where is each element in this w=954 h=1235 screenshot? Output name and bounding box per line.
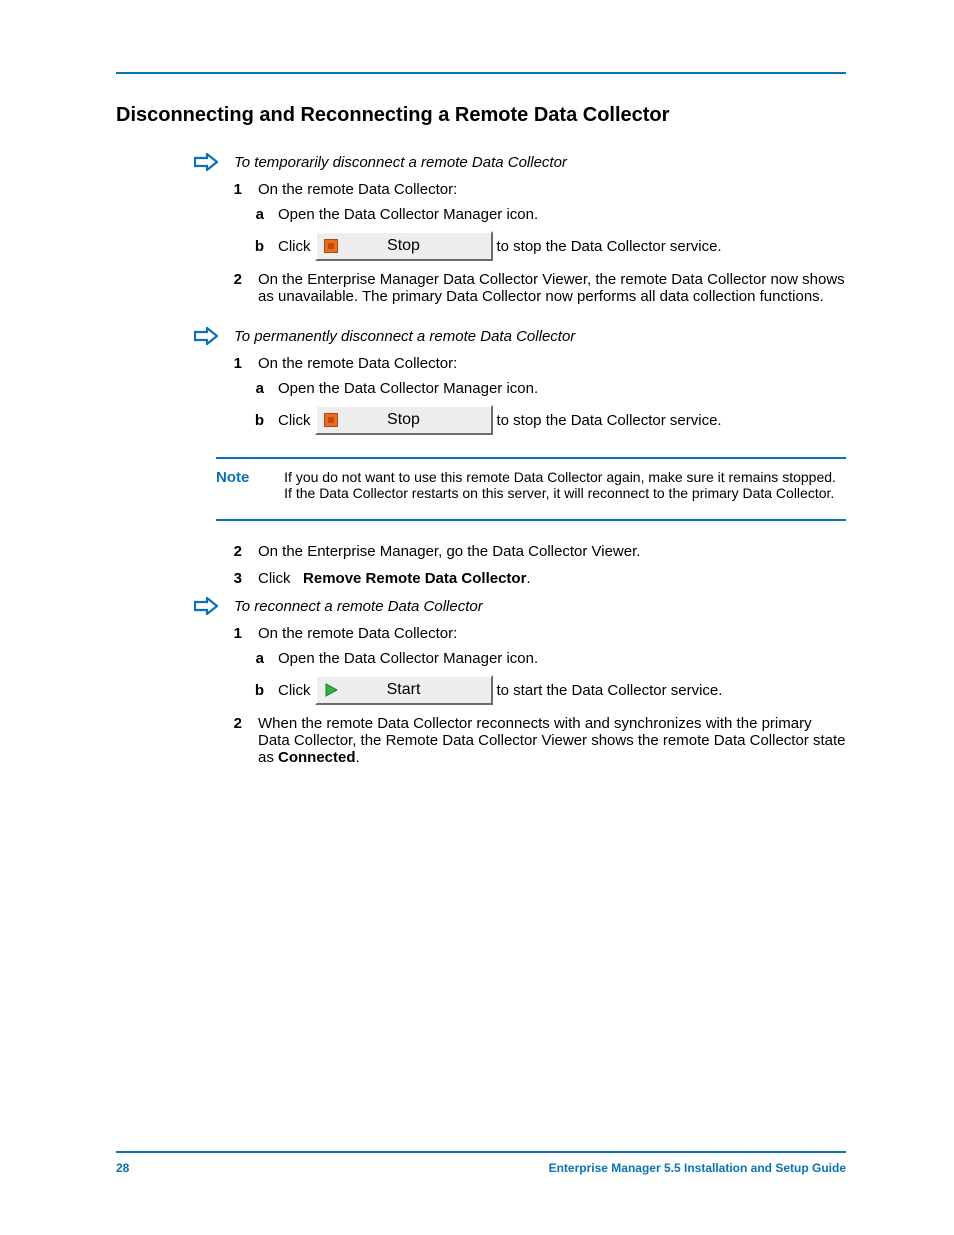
text: to start the Data Collector service. xyxy=(497,682,723,699)
text: Click xyxy=(278,412,311,429)
substep: a Open the Data Collector Manager icon. xyxy=(250,650,846,667)
text: . xyxy=(526,570,530,587)
button-label: Stop xyxy=(387,237,420,255)
substep: b Click Start to start the Data Collecto… xyxy=(250,675,846,705)
substep-letter: a xyxy=(250,380,264,397)
step-text: Click Remove Remote Data Collector. xyxy=(258,570,846,587)
step-number: 1 xyxy=(224,181,242,198)
button-label: Start xyxy=(387,681,421,699)
button-label: Stop xyxy=(387,411,420,429)
step-text: On the Enterprise Manager, go the Data C… xyxy=(258,543,846,560)
page: Disconnecting and Reconnecting a Remote … xyxy=(0,0,954,1235)
substep-letter: b xyxy=(250,682,264,699)
procedure-title: To reconnect a remote Data Collector xyxy=(234,598,483,615)
arrow-right-icon xyxy=(194,327,218,345)
procedure-title: To temporarily disconnect a remote Data … xyxy=(234,154,567,171)
substep-letter: a xyxy=(250,650,264,667)
substep-text: Open the Data Collector Manager icon. xyxy=(278,206,846,223)
step: 1 On the remote Data Collector: xyxy=(224,181,846,198)
step-number: 2 xyxy=(224,271,242,305)
text: Click xyxy=(258,570,291,587)
substep: a Open the Data Collector Manager icon. xyxy=(250,380,846,397)
stop-icon xyxy=(323,412,339,428)
step-text: On the remote Data Collector: xyxy=(258,181,846,198)
footer: 28 Enterprise Manager 5.5 Installation a… xyxy=(116,1151,846,1175)
doc-title: Enterprise Manager 5.5 Installation and … xyxy=(549,1161,846,1175)
step-number: 1 xyxy=(224,625,242,642)
step: 1 On the remote Data Collector: xyxy=(224,625,846,642)
procedure-heading: To temporarily disconnect a remote Data … xyxy=(194,153,846,171)
text-bold: Connected xyxy=(278,749,356,766)
step-text: On the Enterprise Manager Data Collector… xyxy=(258,271,846,305)
step-number: 1 xyxy=(224,355,242,372)
play-icon xyxy=(323,682,339,698)
note-text: If you do not want to use this remote Da… xyxy=(284,469,844,501)
step-text: On the remote Data Collector: xyxy=(258,625,846,642)
top-rule xyxy=(116,72,846,74)
text: Click xyxy=(278,238,311,255)
substep-text: Open the Data Collector Manager icon. xyxy=(278,380,846,397)
stop-button[interactable]: Stop xyxy=(315,231,493,261)
procedure-title: To permanently disconnect a remote Data … xyxy=(234,328,575,345)
text: to stop the Data Collector service. xyxy=(497,238,722,255)
substep-text: Click Start to start the Data Collector … xyxy=(278,675,846,705)
arrow-right-icon xyxy=(194,597,218,615)
substep: b Click Stop to stop the Data Collector … xyxy=(250,231,846,261)
step: 2 When the remote Data Collector reconne… xyxy=(224,715,846,766)
substep: b Click Stop to stop the Data Collector … xyxy=(250,405,846,435)
text: . xyxy=(356,749,360,766)
step-number: 3 xyxy=(224,570,242,587)
substep-letter: a xyxy=(250,206,264,223)
substep-text: Open the Data Collector Manager icon. xyxy=(278,650,846,667)
text: to stop the Data Collector service. xyxy=(497,412,722,429)
substep-text: Click Stop to stop the Data Collector se… xyxy=(278,231,846,261)
step: 3 Click Remove Remote Data Collector. xyxy=(224,570,846,587)
step: 1 On the remote Data Collector: xyxy=(224,355,846,372)
arrow-right-icon xyxy=(194,153,218,171)
substep-letter: b xyxy=(250,412,264,429)
step: 2 On the Enterprise Manager Data Collect… xyxy=(224,271,846,305)
stop-icon xyxy=(323,238,339,254)
text-bold: Remove Remote Data Collector xyxy=(303,570,526,587)
step-text: When the remote Data Collector reconnect… xyxy=(258,715,846,766)
substep-text: Click Stop to stop the Data Collector se… xyxy=(278,405,846,435)
procedure-heading: To permanently disconnect a remote Data … xyxy=(194,327,846,345)
page-number: 28 xyxy=(116,1161,129,1175)
step: 2 On the Enterprise Manager, go the Data… xyxy=(224,543,846,560)
step-number: 2 xyxy=(224,715,242,766)
procedure-heading: To reconnect a remote Data Collector xyxy=(194,597,846,615)
substep-letter: b xyxy=(250,238,264,255)
text: Click xyxy=(278,682,311,699)
section-title: Disconnecting and Reconnecting a Remote … xyxy=(116,104,846,127)
stop-button[interactable]: Stop xyxy=(315,405,493,435)
start-button[interactable]: Start xyxy=(315,675,493,705)
note-label: Note xyxy=(216,469,280,486)
step-number: 2 xyxy=(224,543,242,560)
substep: a Open the Data Collector Manager icon. xyxy=(250,206,846,223)
note-block: Note If you do not want to use this remo… xyxy=(216,457,846,521)
step-text: On the remote Data Collector: xyxy=(258,355,846,372)
